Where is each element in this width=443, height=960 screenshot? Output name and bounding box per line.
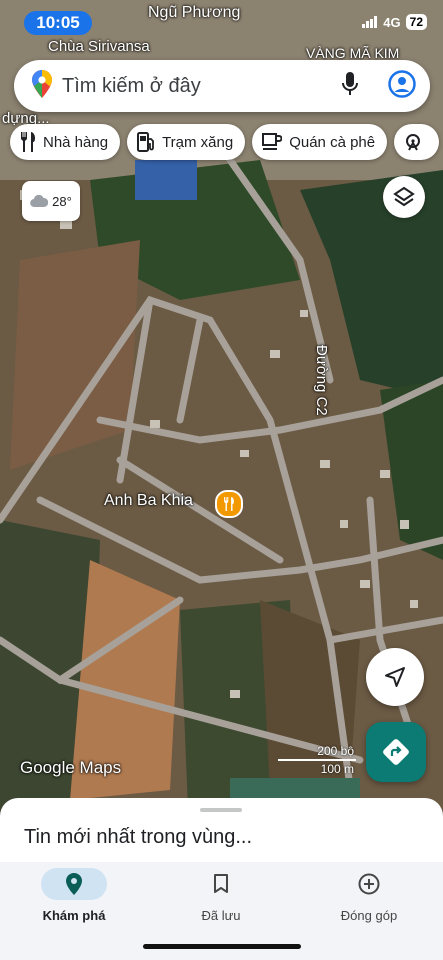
layers-button[interactable] <box>383 176 425 218</box>
chip-restaurant[interactable]: Nhà hàng <box>10 124 121 160</box>
map-scale: 200 bộ 100 m <box>276 744 356 776</box>
chip-more[interactable] <box>394 124 440 160</box>
microphone-icon[interactable] <box>342 71 358 101</box>
status-time: 10:05 <box>24 11 92 35</box>
search-input[interactable]: Tìm kiếm ở đây <box>62 75 342 98</box>
weather-temperature: 28° <box>52 193 72 209</box>
gas-station-icon <box>137 132 154 152</box>
scale-feet: 200 bộ <box>317 744 354 758</box>
category-chips: Nhà hàng Trạm xăng Quán cà phê <box>10 124 440 160</box>
account-circle-icon[interactable] <box>388 69 416 103</box>
bookmark-icon <box>214 874 228 893</box>
weather-badge[interactable]: 28° <box>22 181 80 221</box>
chip-coffee[interactable]: Quán cà phê <box>252 124 388 160</box>
nav-explore[interactable]: Khám phá <box>19 868 129 923</box>
coffee-icon <box>262 133 283 150</box>
directions-button[interactable] <box>366 722 426 782</box>
google-maps-logo: Google Maps <box>20 758 122 777</box>
chip-label: Nhà hàng <box>43 133 109 151</box>
sheet-drag-handle[interactable] <box>200 808 242 812</box>
chip-label: Trạm xăng <box>162 133 234 151</box>
layers-icon <box>393 186 415 207</box>
sheet-title[interactable]: Tin mới nhất trong vùng... <box>24 826 252 849</box>
map-label-ngu-phuong[interactable]: Ngũ Phương <box>148 4 240 22</box>
nav-saved[interactable]: Đã lưu <box>166 868 276 923</box>
scale-bar <box>278 759 356 761</box>
nav-label: Khám phá <box>42 908 106 923</box>
add-circle-icon <box>358 873 380 895</box>
road-label[interactable]: Đường C2 <box>313 345 330 416</box>
network-type: 4G <box>383 14 401 30</box>
poi-pin[interactable] <box>215 490 243 518</box>
map-label-temple[interactable]: Chùa Sirivansa <box>48 38 150 55</box>
nav-label: Đã lưu <box>201 908 241 923</box>
chip-gas-station[interactable]: Trạm xăng <box>127 124 246 160</box>
nav-active-pill <box>41 868 107 900</box>
nav-label: Đóng góp <box>340 908 398 923</box>
status-icons: 4G 72 <box>362 14 427 30</box>
my-location-button[interactable] <box>366 648 424 706</box>
poi-label[interactable]: Anh Ba Khia <box>104 492 193 510</box>
search-bar[interactable]: Tìm kiếm ở đây <box>14 60 430 112</box>
home-indicator[interactable] <box>143 944 301 949</box>
restaurant-icon <box>224 497 234 511</box>
explore-pin-icon <box>66 873 82 895</box>
scale-meters: 100 m <box>320 762 354 776</box>
map-label-vang-ma[interactable]: VÀNG MÃ KIM <box>306 45 399 61</box>
chip-label: Quán cà phê <box>289 133 376 151</box>
nav-contribute[interactable]: Đóng góp <box>314 868 424 923</box>
maps-pin-logo-icon <box>32 69 52 103</box>
directions-icon <box>383 739 409 765</box>
restaurant-icon <box>21 132 35 152</box>
attractions-icon <box>406 134 421 151</box>
cloud-icon <box>30 195 49 207</box>
navigation-arrow-icon <box>385 667 405 687</box>
battery-level: 72 <box>405 14 427 30</box>
signal-icon <box>362 16 378 28</box>
